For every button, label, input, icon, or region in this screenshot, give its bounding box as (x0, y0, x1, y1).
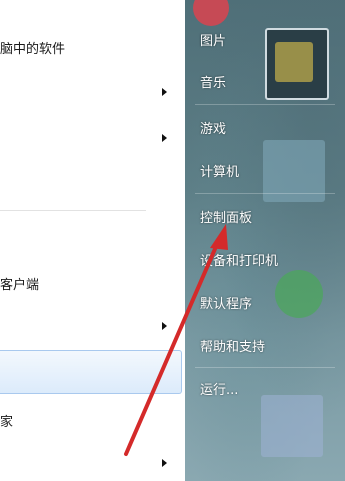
menu-item-control-panel[interactable]: 控制面板 (200, 207, 252, 226)
chevron-right-icon[interactable] (162, 88, 167, 96)
bg-tile (261, 395, 323, 457)
left-menu-item-home[interactable]: 家 (0, 411, 13, 430)
menu-item-run[interactable]: 运行... (200, 379, 238, 398)
menu-item-help-support[interactable]: 帮助和支持 (200, 336, 265, 355)
menu-item-devices-printers[interactable]: 设备和打印机 (200, 250, 278, 269)
separator (0, 210, 146, 211)
menu-item-music[interactable]: 音乐 (200, 72, 226, 91)
chevron-right-icon[interactable] (162, 134, 167, 142)
menu-item-pictures[interactable]: 图片 (200, 30, 226, 49)
bg-tile (275, 42, 313, 82)
start-menu-left-pane: 脑中的软件 客户端 家 (0, 0, 185, 481)
highlighted-menu-row[interactable] (0, 350, 182, 394)
bg-tile (275, 270, 323, 318)
separator (195, 367, 335, 368)
bg-tile (193, 0, 229, 26)
left-menu-item-software[interactable]: 脑中的软件 (0, 38, 65, 57)
menu-item-default-programs[interactable]: 默认程序 (200, 293, 252, 312)
left-menu-item-client[interactable]: 客户端 (0, 274, 39, 293)
menu-item-computer[interactable]: 计算机 (200, 161, 239, 180)
start-menu-right-pane: 图片 音乐 游戏 计算机 控制面板 设备和打印机 默认程序 帮助和支持 运行..… (185, 0, 345, 481)
separator (195, 104, 335, 105)
chevron-right-icon[interactable] (162, 459, 167, 467)
chevron-right-icon[interactable] (162, 322, 167, 330)
separator (195, 193, 335, 194)
menu-item-games[interactable]: 游戏 (200, 118, 226, 137)
